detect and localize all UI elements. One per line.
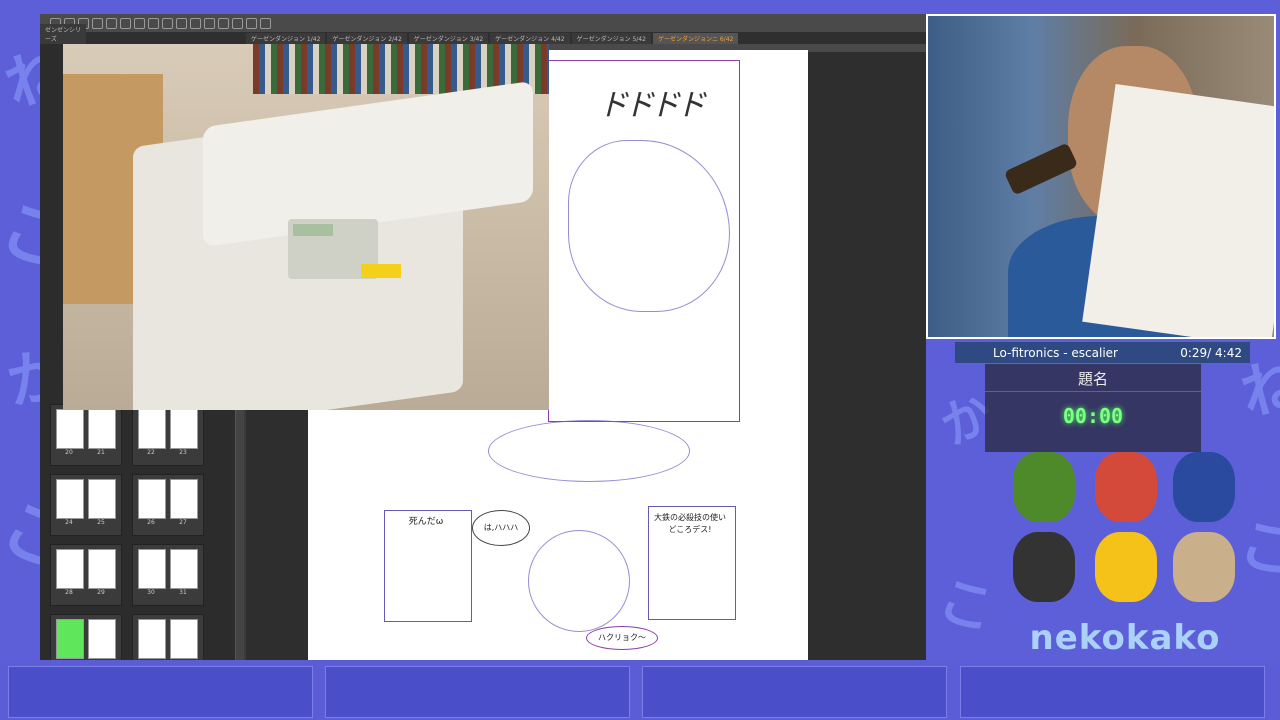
page-thumbnail[interactable] [88, 619, 116, 659]
page-row: 28 29 30 31 [50, 544, 210, 606]
page-number: 27 [179, 519, 187, 526]
track-title: Lo-fitronics - escalier [993, 345, 1118, 360]
page-number: 24 [65, 519, 73, 526]
tab-page-2[interactable]: ゲーゼンダンジョン 2/42 [327, 33, 407, 44]
page-row: 24 25 26 27 [50, 474, 210, 536]
page-spread[interactable]: 30 31 [132, 544, 204, 606]
timer-box: 題名 00:00 [985, 364, 1201, 452]
printer-lcd [293, 224, 333, 236]
page-spread[interactable]: 22 23 [132, 404, 204, 466]
toolbar [40, 14, 926, 32]
page-thumbnail[interactable] [56, 619, 84, 659]
page-row: 20 21 22 23 [50, 404, 210, 466]
copy-icon[interactable] [134, 17, 145, 29]
page-spread[interactable]: 28 29 [50, 544, 122, 606]
held-paper [1082, 83, 1274, 337]
page-thumbnail[interactable] [56, 479, 84, 519]
bottle [1003, 142, 1079, 196]
page-number: 23 [179, 449, 187, 456]
paste-icon[interactable] [148, 17, 159, 29]
tab-page-6[interactable]: ゲーゼンダンジョンニ 6/42 [652, 33, 739, 44]
character-red-hair [1095, 452, 1157, 522]
page-spread[interactable]: 26 27 [132, 474, 204, 536]
page-thumbnail[interactable] [138, 479, 166, 519]
printer-yellow-button [361, 264, 401, 278]
sketch-face [528, 530, 630, 632]
sfx-text: ドドドド [598, 88, 706, 123]
tab-page-1[interactable]: ゲーゼンダンジョン 1/42 [246, 33, 326, 44]
page-thumbnail[interactable] [138, 619, 166, 659]
tab-page-3[interactable]: ゲーゼンダンジョン 3/42 [408, 33, 489, 44]
printer-photo-overlay [63, 44, 549, 410]
strip-panel-4 [960, 666, 1265, 718]
webcam-feed [926, 14, 1276, 339]
speech-bubble-2: は,ハハハ [472, 510, 530, 546]
page-thumbnail[interactable] [138, 409, 166, 449]
ruler-icon[interactable] [232, 17, 243, 29]
timer-value: 00:00 [1062, 404, 1124, 428]
character-yellow [1095, 532, 1157, 602]
page-number: 26 [147, 519, 155, 526]
page-thumbnail[interactable] [170, 549, 198, 589]
page-number: 28 [65, 589, 73, 596]
page-thumbnail[interactable] [88, 549, 116, 589]
character-blue-suit [1173, 452, 1235, 522]
strip-panel-1 [8, 666, 313, 718]
page-thumbnail[interactable] [170, 619, 198, 659]
strip-panel-3 [642, 666, 947, 718]
transform-icon[interactable] [162, 17, 173, 29]
character-bald [1173, 532, 1235, 602]
page-number: 21 [97, 449, 105, 456]
fill-icon[interactable] [190, 17, 201, 29]
page-number: 25 [97, 519, 105, 526]
page-spread[interactable]: 20 21 [50, 404, 122, 466]
page-thumbnail[interactable] [170, 409, 198, 449]
page-number: 29 [97, 589, 105, 596]
undo-icon[interactable] [106, 17, 117, 29]
vector-icon[interactable] [260, 17, 271, 29]
print-icon[interactable] [92, 17, 103, 29]
sketch-figure-lower [488, 420, 690, 482]
page-number: 20 [65, 449, 73, 456]
page-spread[interactable]: 24 25 [50, 474, 122, 536]
cut-icon[interactable] [176, 17, 187, 29]
select-icon[interactable] [204, 17, 215, 29]
tab-bar: ゼンゼンシリーズ ゲーゼンダンジョン 1/42 ゲーゼンダンジョン 2/42 ゲーゼ… [40, 24, 926, 44]
page-thumbnail[interactable] [88, 409, 116, 449]
speech-bubble-1: 死んだω [396, 516, 456, 534]
character-grid [1005, 452, 1235, 612]
speech-bubble-4: ハクリョク〜 [586, 626, 658, 650]
page-number: 31 [179, 589, 187, 596]
speech-bubble-3: 大鉄の必殺技の使いどころデス! [652, 512, 728, 542]
tab-page-4[interactable]: ゲーゼンダンジョン 4/42 [490, 33, 570, 44]
strip-panel-2 [325, 666, 630, 718]
timer-divider [985, 391, 1201, 392]
timer-title: 題名 [1077, 370, 1108, 388]
page-thumbnail[interactable] [56, 409, 84, 449]
character-green-monster [1013, 452, 1075, 522]
tab-page-5[interactable]: ゲーゼンダンジョン 5/42 [571, 33, 651, 44]
page-number: 30 [147, 589, 155, 596]
lasso-icon[interactable] [218, 17, 229, 29]
tab-left[interactable]: ゼンゼンシリーズ [40, 24, 86, 44]
character-black-beast [1013, 532, 1075, 602]
track-time: 0:29/ 4:42 [1180, 345, 1242, 360]
now-playing-bar: Lo-fitronics - escalier 0:29/ 4:42 [955, 342, 1250, 363]
page-thumbnail[interactable] [170, 479, 198, 519]
page-thumbnail[interactable] [56, 549, 84, 589]
page-number: 22 [147, 449, 155, 456]
pen-icon[interactable] [246, 17, 257, 29]
page-thumbnail[interactable] [138, 549, 166, 589]
redo-icon[interactable] [120, 17, 131, 29]
nekokako-logo: nekokako [1029, 618, 1221, 658]
page-thumbnail[interactable] [88, 479, 116, 519]
